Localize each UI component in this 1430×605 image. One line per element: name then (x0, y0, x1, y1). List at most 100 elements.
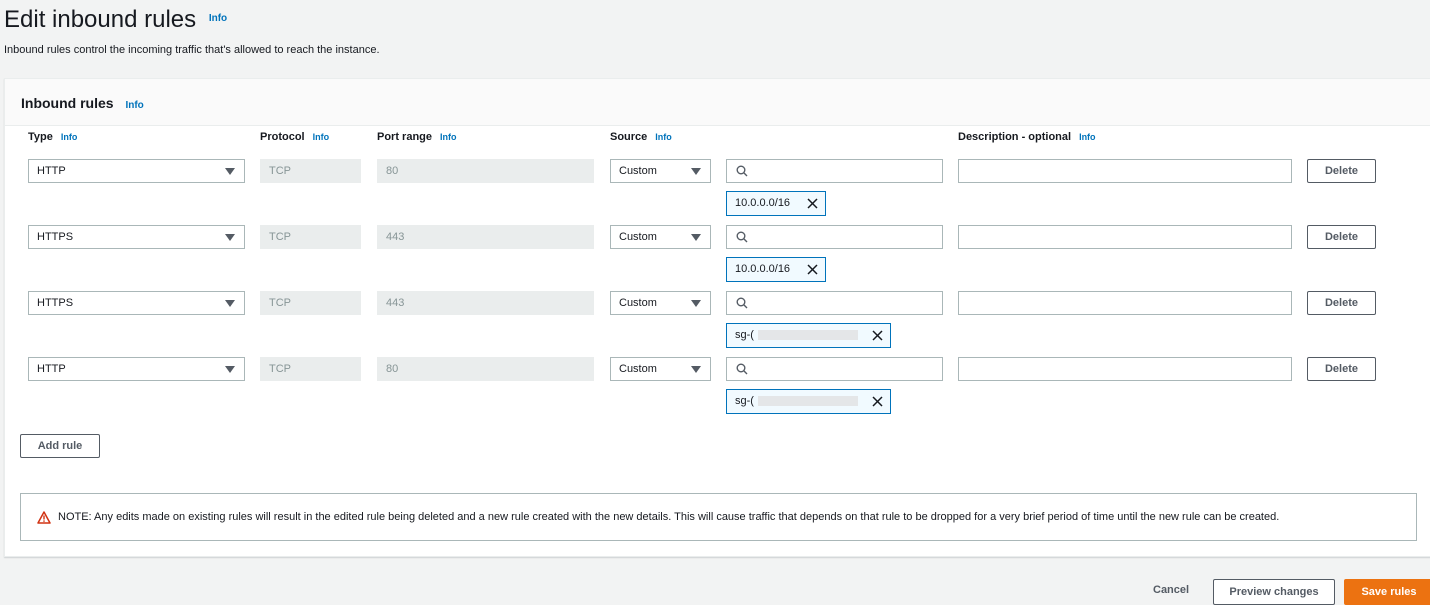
type-select-value: HTTP (37, 363, 66, 375)
source-token: 10.0.0.0/16 (726, 257, 826, 282)
panel-title-text: Inbound rules (21, 95, 114, 111)
col-label-port-range: Port range Info (377, 131, 457, 143)
col-label-type-text: Type (28, 131, 53, 143)
type-select[interactable]: HTTPS (28, 225, 245, 249)
source-select-value: Custom (619, 165, 657, 177)
description-input[interactable] (958, 291, 1292, 315)
col-description-info-link[interactable]: Info (1079, 132, 1096, 142)
protocol-field: TCP (260, 357, 361, 381)
protocol-field: TCP (260, 291, 361, 315)
col-label-source: Source Info (610, 131, 672, 143)
source-token: sg-( (726, 323, 891, 348)
search-icon (736, 363, 748, 375)
warning-note: NOTE: Any edits made on existing rules w… (20, 493, 1417, 541)
protocol-value: TCP (269, 231, 291, 243)
source-search-input[interactable] (726, 291, 943, 315)
col-label-protocol: Protocol Info (260, 131, 329, 143)
port-range-field: 443 (377, 291, 594, 315)
col-type-info-link[interactable]: Info (61, 132, 78, 142)
source-select[interactable]: Custom (610, 159, 711, 183)
col-protocol-info-link[interactable]: Info (313, 132, 330, 142)
source-token-label: sg-( (735, 329, 754, 341)
close-icon[interactable] (871, 395, 884, 408)
source-token-label: sg-( (735, 395, 754, 407)
delete-rule-button[interactable]: Delete (1307, 225, 1376, 249)
page-title-info-link[interactable]: Info (209, 13, 227, 24)
page-description: Inbound rules control the incoming traff… (4, 44, 380, 56)
panel-header: Inbound rules Info (5, 79, 1430, 126)
chevron-down-icon (691, 234, 701, 241)
col-label-description-text: Description - optional (958, 131, 1072, 143)
chevron-down-icon (225, 234, 235, 241)
type-select[interactable]: HTTP (28, 159, 245, 183)
description-input[interactable] (958, 357, 1292, 381)
source-search-input[interactable] (726, 357, 943, 381)
col-label-source-text: Source (610, 131, 648, 143)
source-select-value: Custom (619, 297, 657, 309)
warning-icon (37, 511, 51, 524)
delete-rule-button[interactable]: Delete (1307, 357, 1376, 381)
chevron-down-icon (225, 366, 235, 373)
port-range-value: 443 (386, 231, 405, 243)
type-select-value: HTTP (37, 165, 66, 177)
protocol-field: TCP (260, 225, 361, 249)
protocol-value: TCP (269, 363, 291, 375)
close-icon[interactable] (806, 263, 819, 276)
port-range-field: 443 (377, 225, 594, 249)
type-select-value: HTTPS (37, 231, 74, 243)
port-range-value: 80 (386, 363, 399, 375)
source-select-value: Custom (619, 363, 657, 375)
panel-title: Inbound rules Info (21, 95, 144, 111)
type-select[interactable]: HTTPS (28, 291, 245, 315)
close-icon[interactable] (871, 329, 884, 342)
port-range-field: 80 (377, 357, 594, 381)
source-token: 10.0.0.0/16 (726, 191, 826, 216)
port-range-value: 443 (386, 297, 405, 309)
cancel-button[interactable]: Cancel (1153, 584, 1189, 596)
delete-rule-button[interactable]: Delete (1307, 159, 1376, 183)
source-token-label: 10.0.0.0/16 (735, 263, 791, 275)
add-rule-button[interactable]: Add rule (20, 434, 100, 458)
description-input[interactable] (958, 159, 1292, 183)
redacted-block (757, 396, 858, 407)
chevron-down-icon (691, 300, 701, 307)
col-label-port-range-text: Port range (377, 131, 433, 143)
col-label-protocol-text: Protocol (260, 131, 305, 143)
redacted-block (757, 330, 858, 341)
source-select-value: Custom (619, 231, 657, 243)
type-select[interactable]: HTTP (28, 357, 245, 381)
source-select[interactable]: Custom (610, 291, 711, 315)
type-select-value: HTTPS (37, 297, 74, 309)
inbound-rules-panel: Inbound rules Info (4, 78, 1430, 557)
source-select[interactable]: Custom (610, 357, 711, 381)
protocol-value: TCP (269, 165, 291, 177)
chevron-down-icon (225, 300, 235, 307)
chevron-down-icon (225, 168, 235, 175)
source-token: sg-( (726, 389, 891, 414)
source-search-input[interactable] (726, 159, 943, 183)
page-title: Edit inbound rules Info (4, 6, 227, 34)
chevron-down-icon (691, 168, 701, 175)
save-rules-button[interactable]: Save rules (1344, 579, 1430, 605)
protocol-field: TCP (260, 159, 361, 183)
port-range-field: 80 (377, 159, 594, 183)
col-port-info-link[interactable]: Info (440, 132, 457, 142)
search-icon (736, 297, 748, 309)
preview-changes-button[interactable]: Preview changes (1213, 579, 1335, 605)
description-input[interactable] (958, 225, 1292, 249)
col-label-type: Type Info (28, 131, 77, 143)
search-icon (736, 231, 748, 243)
protocol-value: TCP (269, 297, 291, 309)
source-token-label: 10.0.0.0/16 (735, 197, 791, 209)
close-icon[interactable] (806, 197, 819, 210)
warning-note-text: NOTE: Any edits made on existing rules w… (58, 511, 1280, 523)
port-range-value: 80 (386, 165, 399, 177)
source-search-input[interactable] (726, 225, 943, 249)
source-select[interactable]: Custom (610, 225, 711, 249)
delete-rule-button[interactable]: Delete (1307, 291, 1376, 315)
panel-info-link[interactable]: Info (125, 100, 143, 111)
search-icon (736, 165, 748, 177)
col-source-info-link[interactable]: Info (655, 132, 672, 142)
col-label-description: Description - optional Info (958, 131, 1096, 143)
chevron-down-icon (691, 366, 701, 373)
